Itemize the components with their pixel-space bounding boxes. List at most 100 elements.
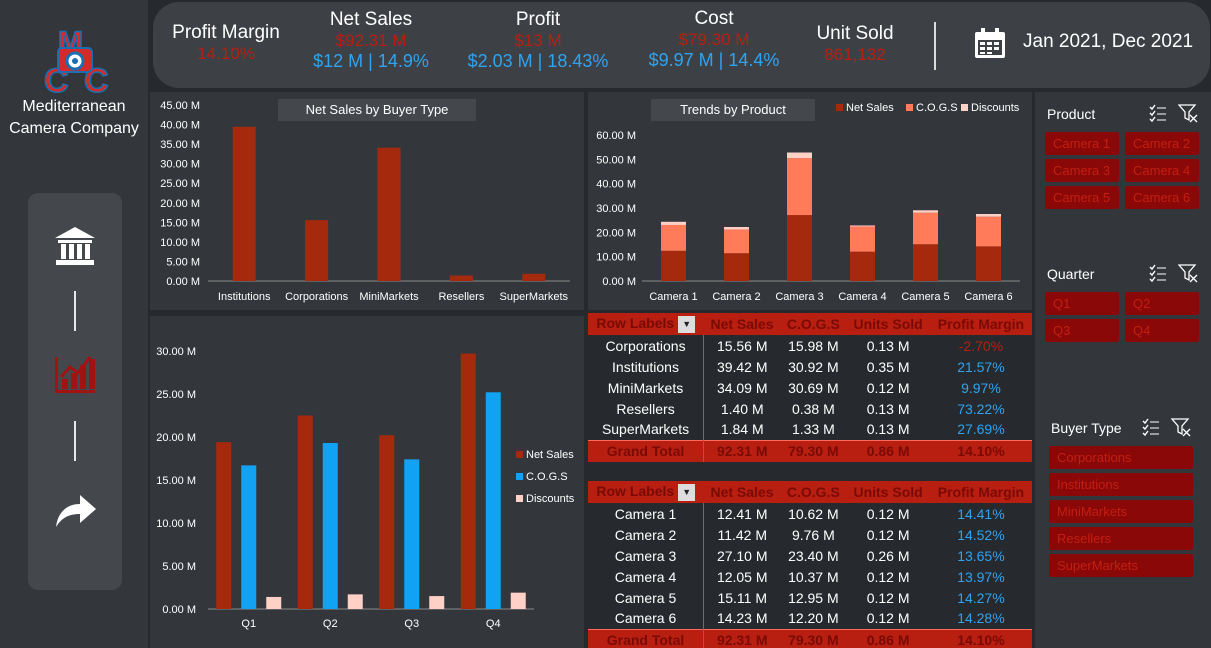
bar-segment-netsales[interactable] — [787, 215, 812, 281]
y-tick-label: 35.00 M — [160, 139, 200, 151]
pivot-cell: 14.27% — [957, 589, 1005, 606]
slicer-item[interactable]: MiniMarkets — [1049, 500, 1193, 523]
bar-segment-cogs[interactable] — [976, 216, 1001, 247]
bar-segment-discounts[interactable] — [787, 152, 812, 159]
bar-cogs[interactable] — [485, 392, 501, 609]
calendar-icon[interactable] — [973, 26, 1007, 60]
bar-cogs[interactable] — [241, 465, 257, 609]
bar-segment-netsales[interactable] — [976, 246, 1001, 281]
bar-net-sales[interactable] — [305, 220, 329, 281]
bar-segment-cogs[interactable] — [913, 212, 938, 245]
y-tick-label: 15.00 M — [160, 217, 200, 229]
slicer-item[interactable]: Camera 6 — [1125, 186, 1199, 209]
bar-segment-discounts[interactable] — [913, 210, 938, 213]
pivot-cell: 27.10 M — [716, 547, 768, 564]
bar-cogs[interactable] — [322, 443, 338, 609]
multi-select-icon[interactable] — [1148, 263, 1168, 283]
bar-segment-discounts[interactable] — [850, 225, 875, 227]
bar-net-sales[interactable] — [377, 147, 401, 281]
pivot-cell: 27.69% — [957, 421, 1005, 438]
bar-net-sales[interactable] — [522, 273, 546, 281]
slicer-item[interactable]: Camera 5 — [1045, 186, 1119, 209]
date-range[interactable]: Jan 2021, Dec 2021 — [1023, 31, 1193, 53]
clear-filter-icon[interactable] — [1178, 263, 1198, 283]
bar-segment-cogs[interactable] — [661, 224, 686, 251]
x-tick-label: Q4 — [486, 618, 501, 630]
legend-swatch — [906, 104, 913, 111]
pivot-cell: 11.42 M — [717, 526, 767, 543]
bar-segment-discounts[interactable] — [976, 214, 1001, 217]
bar-discounts[interactable] — [266, 596, 282, 609]
pivot-row: Camera 5 15.11 M 12.95 M 0.12 M 14.27% — [588, 587, 1032, 608]
bar-segment-netsales[interactable] — [724, 253, 749, 281]
clear-filter-icon[interactable] — [1178, 103, 1198, 123]
bar-segment-discounts[interactable] — [724, 227, 749, 230]
bar-chart-icon[interactable] — [52, 351, 98, 397]
bar-segment-cogs[interactable] — [724, 229, 749, 254]
y-tick-label: 5.00 M — [162, 561, 196, 573]
slicer-item[interactable]: Q2 — [1125, 292, 1199, 315]
bar-discounts[interactable] — [429, 596, 445, 609]
bar-net-sales[interactable] — [449, 275, 473, 281]
legend-swatch — [961, 104, 968, 111]
slicer-item[interactable]: Resellers — [1049, 527, 1193, 550]
bar-net-sales[interactable] — [232, 126, 256, 281]
bar-segment-cogs[interactable] — [787, 158, 812, 216]
kpi-label: Net Sales — [329, 9, 413, 30]
y-tick-label: 20.00 M — [156, 432, 196, 444]
multi-select-icon[interactable] — [1148, 103, 1168, 123]
bar-netsales[interactable] — [216, 442, 232, 609]
slicer-item[interactable]: Camera 2 — [1125, 132, 1199, 155]
multi-select-icon[interactable] — [1141, 417, 1161, 437]
slicer-item[interactable]: Q3 — [1045, 319, 1119, 342]
pivot-cell: 0.12 M — [866, 379, 910, 396]
slicer-item[interactable]: Institutions — [1049, 473, 1193, 496]
pivot-cell: 0.13 M — [866, 400, 910, 417]
pivot-cell: Institutions — [588, 356, 705, 377]
slicer-item[interactable]: Q1 — [1045, 292, 1119, 315]
pivot-header-cell[interactable]: Row Labels ▼ — [588, 481, 704, 503]
bar-netsales[interactable] — [297, 415, 313, 610]
bar-netsales[interactable] — [460, 353, 476, 609]
bar-segment-discounts[interactable] — [661, 221, 686, 225]
pivot-cell: -2.70% — [958, 337, 1004, 354]
bar-segment-netsales[interactable] — [661, 250, 686, 281]
kpi-cost: Cost $79.30 M $9.97 M | 14.4% — [638, 8, 790, 71]
slicer-item[interactable]: Camera 1 — [1045, 132, 1119, 155]
y-tick-label: 0.00 M — [602, 276, 636, 288]
clear-filter-icon[interactable] — [1171, 417, 1191, 437]
slicer-item[interactable]: Camera 3 — [1045, 159, 1119, 182]
kpi-sub: $2.03 M | 18.43% — [467, 51, 609, 71]
bar-segment-netsales[interactable] — [913, 244, 938, 281]
filter-dropdown-icon[interactable]: ▼ — [678, 315, 696, 333]
y-tick-label: 10.00 M — [156, 518, 196, 530]
filter-dropdown-icon[interactable]: ▼ — [678, 483, 696, 501]
bar-segment-cogs[interactable] — [850, 226, 875, 252]
pivot-cell: MiniMarkets — [588, 377, 705, 398]
slicer-item[interactable]: Corporations — [1049, 446, 1193, 469]
slicer-item[interactable]: Camera 4 — [1125, 159, 1199, 182]
legend-swatch — [836, 104, 843, 111]
pivot-cell: 10.62 M — [788, 505, 839, 522]
y-tick-label: 30.00 M — [156, 346, 196, 358]
bar-discounts[interactable] — [510, 592, 526, 609]
pivot-cell: 9.97% — [961, 379, 1001, 396]
legend-label: Discounts — [971, 102, 1020, 114]
x-tick-label: Camera 3 — [775, 291, 823, 303]
pivot-cell: Corporations — [588, 335, 705, 356]
bar-segment-netsales[interactable] — [850, 251, 875, 281]
bar-cogs[interactable] — [404, 459, 420, 609]
pivot-cell: 14.23 M — [716, 610, 768, 627]
pivot-header-cell[interactable]: Row Labels ▼ — [588, 313, 704, 335]
pivot-cell: 23.40 M — [788, 547, 839, 564]
share-arrow-icon[interactable] — [52, 487, 98, 533]
slicer-item[interactable]: SuperMarkets — [1049, 554, 1193, 577]
pivot-cell: 0.38 M — [791, 400, 835, 417]
bar-discounts[interactable] — [347, 594, 363, 609]
pivot-cell: SuperMarkets — [588, 419, 705, 440]
bar-netsales[interactable] — [379, 435, 395, 609]
pivot-cell: 30.69 M — [788, 379, 839, 396]
bank-icon[interactable] — [52, 223, 98, 269]
slicer-item[interactable]: Q4 — [1125, 319, 1199, 342]
pivot-row: Camera 2 11.42 M 9.76 M 0.12 M 14.52% — [588, 524, 1032, 545]
